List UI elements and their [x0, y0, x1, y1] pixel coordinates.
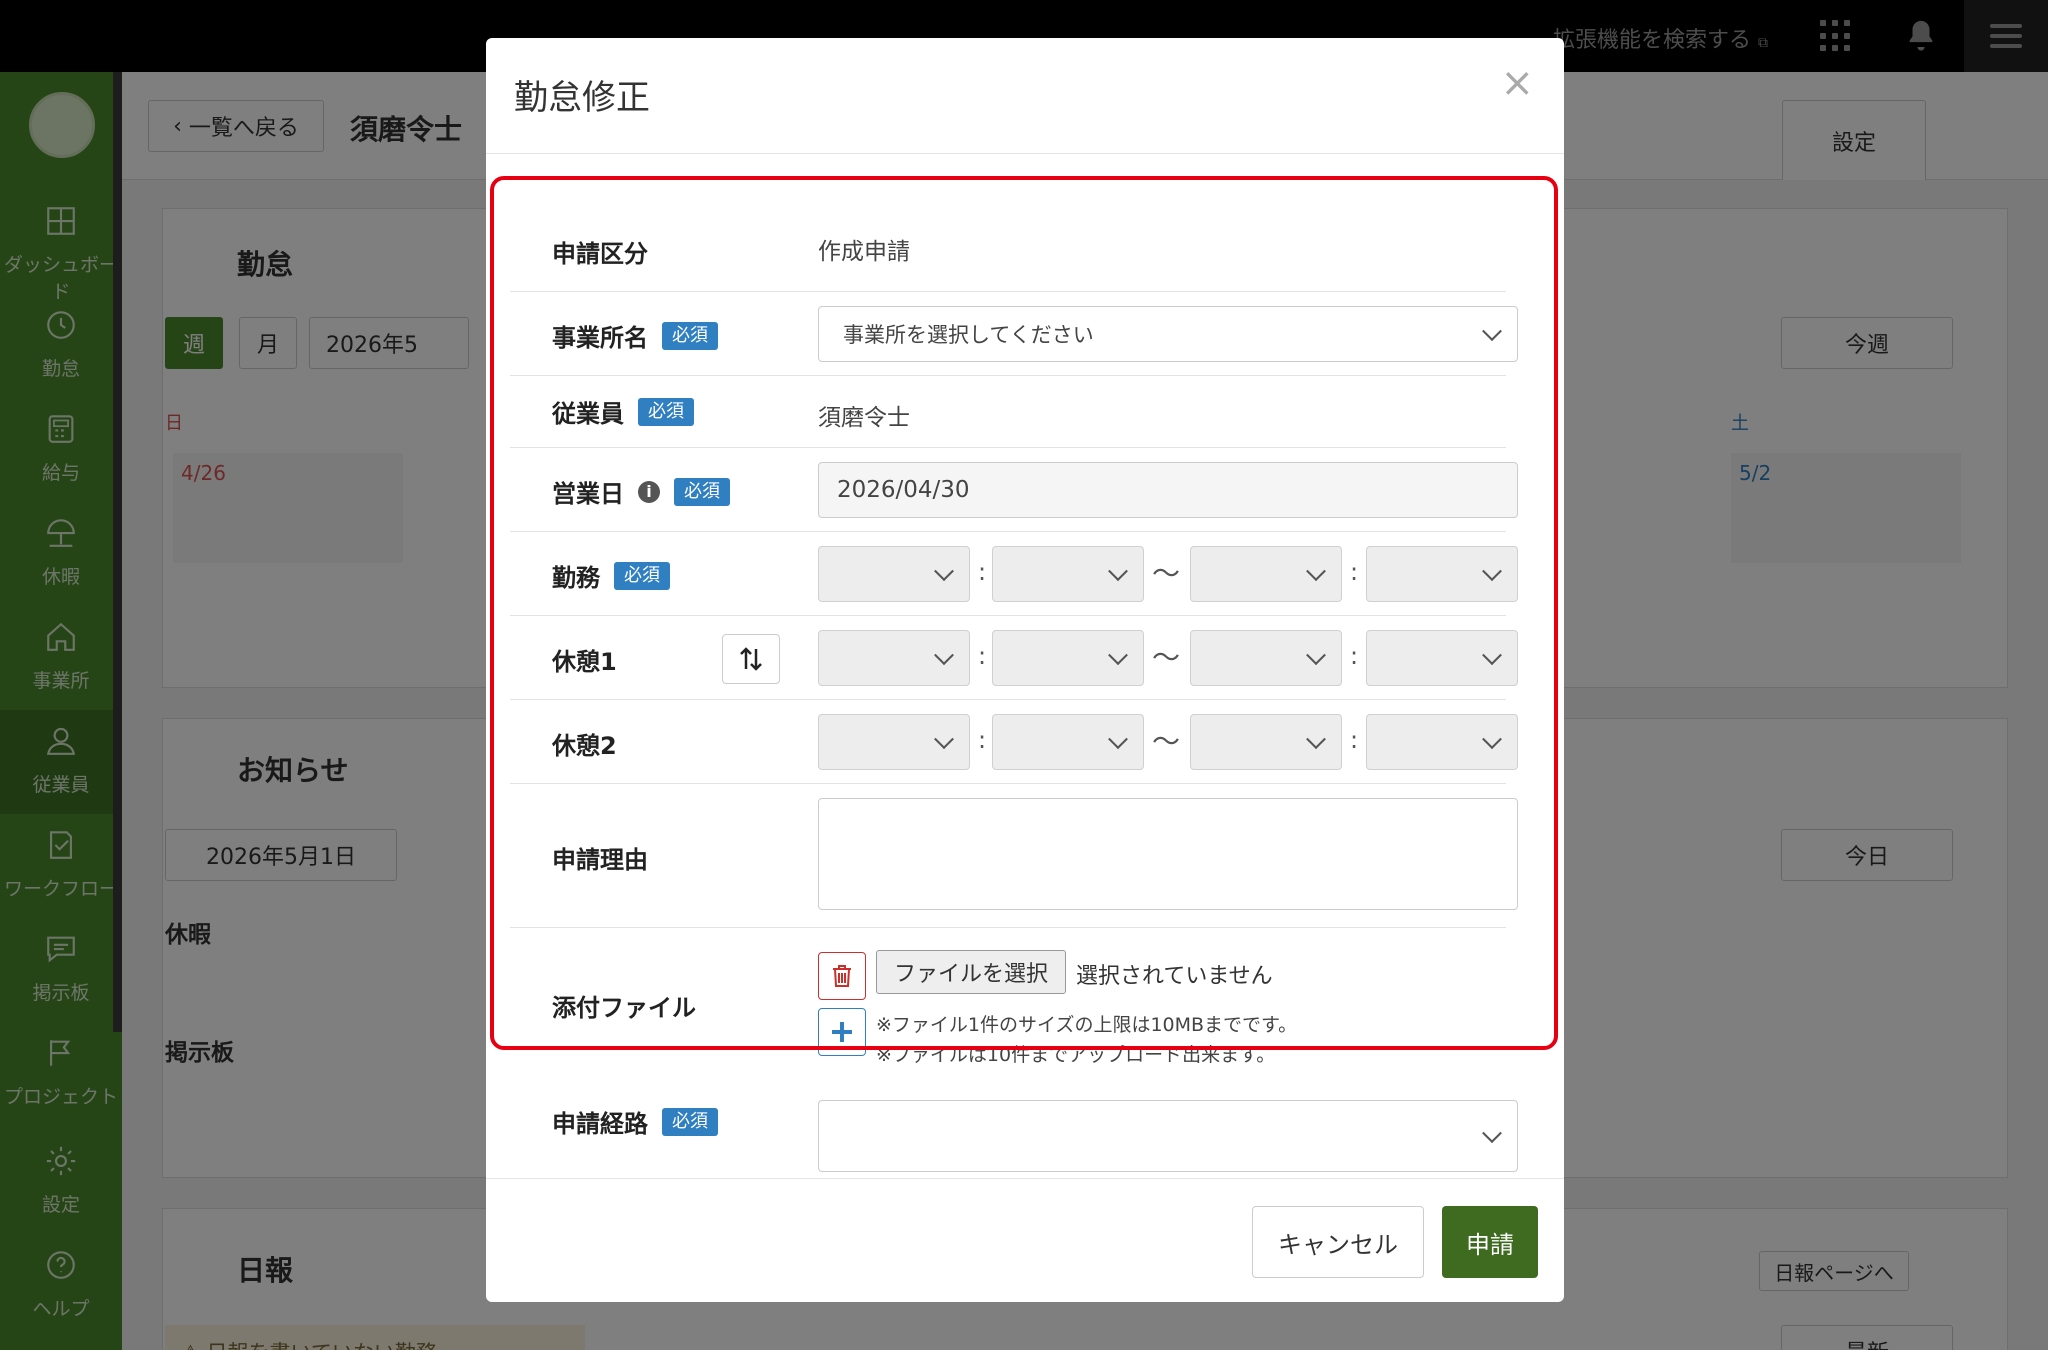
- highlight-box: [490, 176, 1558, 1050]
- required-badge: 必須: [662, 1107, 718, 1136]
- close-icon[interactable]: ×: [1500, 60, 1534, 106]
- submit-button[interactable]: 申請: [1442, 1206, 1538, 1278]
- modal-footer-divider: [486, 1178, 1564, 1179]
- route-select[interactable]: [818, 1100, 1518, 1172]
- cancel-button[interactable]: キャンセル: [1252, 1206, 1424, 1278]
- route-label: 申請経路 必須: [552, 1104, 718, 1139]
- cancel-label: キャンセル: [1278, 1230, 1398, 1259]
- route-label-text: 申請経路: [552, 1110, 648, 1138]
- submit-label: 申請: [1466, 1230, 1514, 1259]
- modal-header: 勤怠修正 ×: [486, 38, 1564, 154]
- chevron-down-icon: [1482, 1123, 1502, 1144]
- route-row: 申請経路 必須: [510, 1068, 1518, 1172]
- modal-title: 勤怠修正: [514, 78, 650, 118]
